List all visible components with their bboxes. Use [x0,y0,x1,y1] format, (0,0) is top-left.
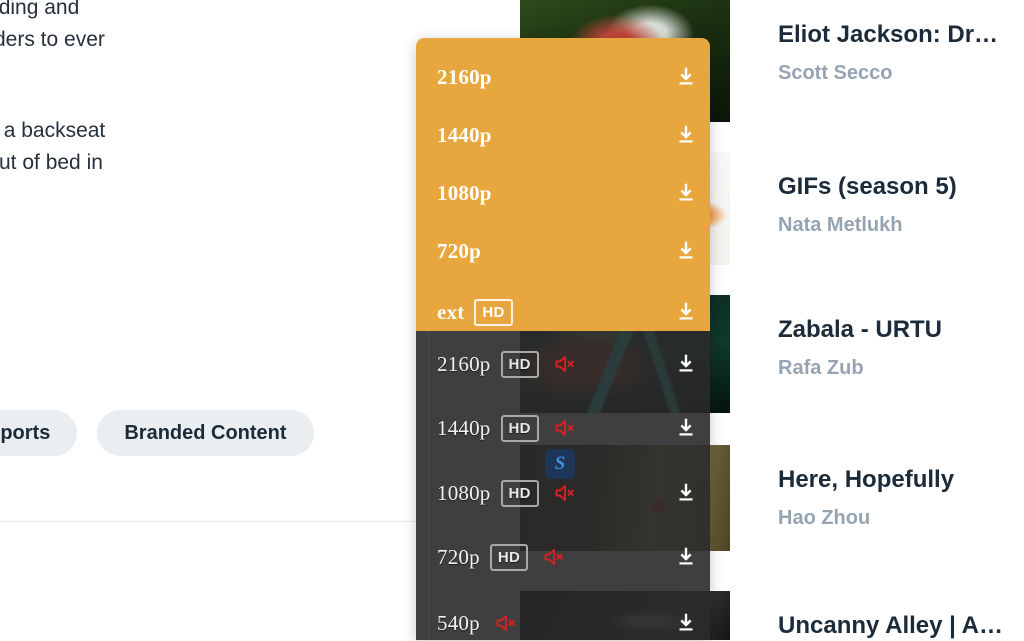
video-author[interactable]: Hao Zhou [778,504,954,532]
download-option-row[interactable]: ext HD [416,283,710,341]
download-icon[interactable] [674,352,698,376]
description-line: building and [0,0,80,19]
video-downloader-overlay[interactable]: 2160p 1440p 1080p 720p ext HD 2160p HD 1440p HD 10… [416,38,710,640]
download-option-row[interactable]: 720p HD [416,528,710,586]
muted-audio-icon [542,547,568,567]
video-author[interactable]: Nata Metlukh [778,211,957,239]
description-line: m out of bed in [0,151,103,174]
browser-extension-badge-icon[interactable]: S [545,449,575,479]
download-option-label: 1080p [437,480,491,505]
download-icon[interactable] [674,239,698,263]
download-option-row[interactable]: 720p [416,222,710,280]
hd-badge: HD [489,543,529,571]
download-option-row[interactable]: 540p [416,594,710,640]
video-author[interactable]: Scott Secco [778,59,998,87]
download-option-label: 2160p [437,351,491,376]
description-text-block-1: building and s riders to ever [0,0,105,56]
download-option-label: 1440p [437,122,492,147]
muted-audio-icon [553,418,579,438]
download-icon[interactable] [674,300,698,324]
video-title[interactable]: GIFs (season 5) [778,172,957,202]
download-icon[interactable] [674,416,698,440]
video-author[interactable]: Rafa Zub [778,354,942,382]
category-pill-row: Sports Branded Content [0,410,314,456]
download-icon[interactable] [674,481,698,505]
video-meta: GIFs (season 5) Nata Metlukh [730,152,957,239]
hd-badge: HD [500,350,539,378]
download-option-row[interactable]: 1440p [416,106,710,164]
description-text-block-2: ook a backseat m out of bed in [0,115,105,179]
download-option-label: 720p [437,238,481,263]
hd-badge: HD [474,298,513,326]
download-option-label: 720p [437,544,480,569]
muted-audio-icon [553,354,579,374]
download-option-label: 1440p [437,415,491,440]
video-title[interactable]: Here, Hopefully [778,465,954,495]
video-meta: Zabala - URTU Rafa Zub [730,295,942,382]
video-meta: Uncanny Alley | A… [730,591,1003,641]
download-icon[interactable] [674,65,698,89]
download-icon[interactable] [674,545,698,569]
category-pill-sports[interactable]: Sports [0,410,78,456]
video-meta: Eliot Jackson: Dr… Scott Secco [730,0,998,87]
download-option-label: 2160p [437,64,492,89]
hd-badge: HD [500,479,539,507]
download-option-row[interactable]: 2160p [416,48,710,106]
category-pill-branded-content[interactable]: Branded Content [97,410,314,456]
video-meta: Here, Hopefully Hao Zhou [730,445,954,532]
muted-audio-icon [494,613,520,633]
download-option-label: 1080p [437,180,492,205]
download-icon[interactable] [674,181,698,205]
description-line: ook a backseat [0,119,106,142]
video-title[interactable]: Zabala - URTU [778,315,942,345]
description-line: s riders to ever [0,28,105,51]
download-option-label: 540p [437,610,480,635]
section-divider [0,521,430,522]
download-option-row[interactable]: 1080p [416,164,710,222]
hd-badge: HD [500,414,539,442]
download-icon[interactable] [674,611,698,635]
video-title[interactable]: Eliot Jackson: Dr… [778,20,998,50]
download-option-label: ext [437,299,465,324]
download-icon[interactable] [674,123,698,147]
download-option-row[interactable]: 2160p HD [416,335,710,393]
muted-audio-icon [553,483,579,503]
video-title[interactable]: Uncanny Alley | A… [778,611,1003,641]
